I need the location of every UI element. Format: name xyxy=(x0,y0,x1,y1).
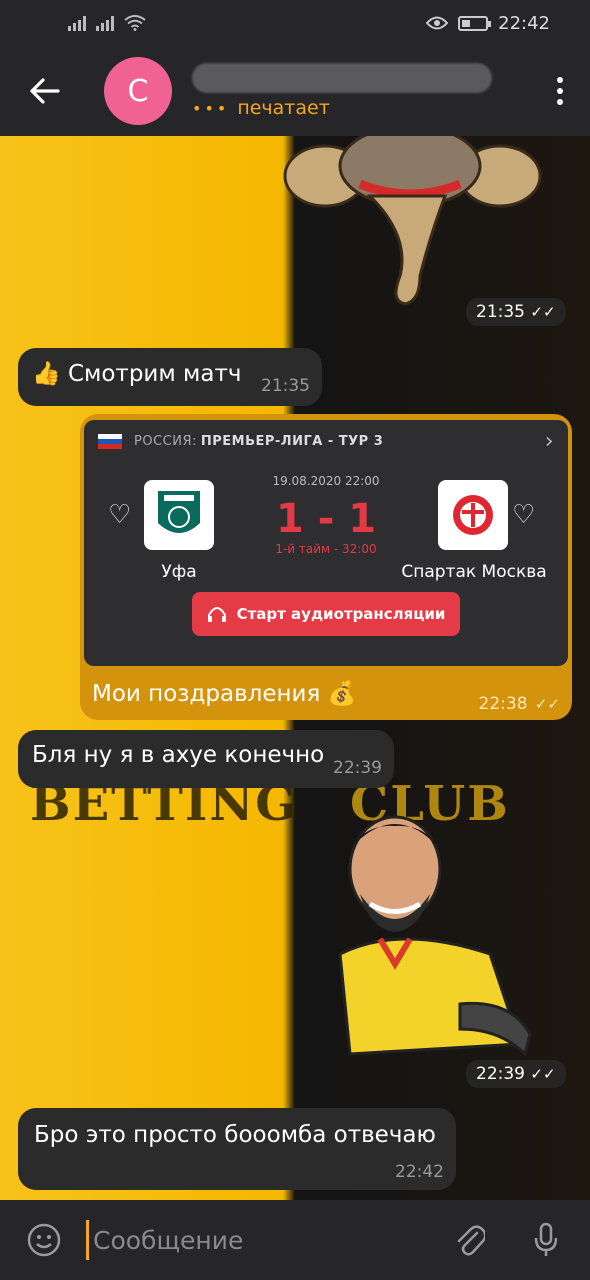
mic-icon xyxy=(534,1222,558,1256)
heart-icon: ♡ xyxy=(512,500,536,530)
photo-caption: Мои поздравления 💰 xyxy=(92,681,357,707)
avatar[interactable]: С xyxy=(104,57,172,125)
signal-icon-2 xyxy=(96,15,114,31)
emoji-button[interactable] xyxy=(24,1220,64,1260)
double-check-icon: ✓✓ xyxy=(530,303,556,321)
back-arrow-icon xyxy=(30,78,60,104)
audio-button-label: Старт аудиотрансляции xyxy=(236,605,446,623)
home-team-logo xyxy=(144,480,214,550)
message-time: 21:35 xyxy=(261,376,310,396)
message-time-row: 22:38 ✓✓ xyxy=(479,689,560,715)
sticker-man-laughing[interactable] xyxy=(310,804,550,1084)
sticker-bulldog[interactable] xyxy=(270,136,560,306)
message-text: 👍 Смотрим матч xyxy=(32,361,242,387)
message-time: 22:39 xyxy=(333,758,382,778)
eye-icon xyxy=(426,16,449,30)
match-screenshot[interactable]: РОССИЯ: ПРЕМЬЕР-ЛИГА - ТУР 3 › 19.08.202… xyxy=(84,420,568,666)
sticker-time: 22:39 ✓✓ xyxy=(466,1060,566,1088)
message-text: Бля ну я в ахуе конечно xyxy=(32,742,325,768)
status-time: 22:42 xyxy=(498,12,550,34)
emoji-icon xyxy=(27,1223,61,1257)
attach-icon xyxy=(457,1225,485,1256)
battery-icon xyxy=(458,15,492,31)
signal-indicators xyxy=(68,15,146,31)
message-time: 22:38 xyxy=(478,694,528,714)
message-input[interactable]: Сообщение xyxy=(86,1220,450,1260)
typing-label: печатает xyxy=(237,97,330,119)
start-audio-button[interactable]: Старт аудиотрансляции xyxy=(192,592,460,636)
incoming-message[interactable]: Бро это просто бооомба отвечаю 22:42 xyxy=(18,1108,456,1190)
heart-icon: ♡ xyxy=(108,500,132,530)
bulldog-sticker-image xyxy=(283,136,542,306)
chevron-right-icon: › xyxy=(544,428,554,454)
message-input-bar: Сообщение xyxy=(0,1200,590,1280)
double-check-icon: ✓✓ xyxy=(530,1065,556,1083)
home-team-name: Уфа xyxy=(161,562,197,582)
back-button[interactable] xyxy=(0,46,90,136)
sticker-time: 21:35 ✓✓ xyxy=(466,298,566,326)
status-bar: 22:42 xyxy=(0,0,590,46)
message-time: 22:42 xyxy=(395,1162,444,1182)
headphones-icon xyxy=(207,607,226,622)
message-time: 21:35 xyxy=(476,302,525,322)
russia-flag-icon xyxy=(98,433,122,449)
signal-icon xyxy=(68,15,86,31)
league-row: РОССИЯ: ПРЕМЬЕР-ЛИГА - ТУР 3 › xyxy=(84,420,568,462)
chat-header: С ••• печатает xyxy=(0,46,590,136)
away-team-logo xyxy=(438,480,508,550)
mic-button[interactable] xyxy=(526,1220,566,1260)
message-text: Бро это просто бооомба отвечаю xyxy=(34,1122,436,1148)
league-name: ПРЕМЬЕР-ЛИГА - ТУР 3 xyxy=(200,433,384,449)
contact-name-redacted xyxy=(192,63,492,93)
away-team-name: Спартак Москва xyxy=(401,562,547,582)
typing-dots-icon: ••• xyxy=(192,98,230,118)
message-time: 22:39 xyxy=(476,1064,525,1084)
incoming-message[interactable]: Бля ну я в ахуе конечно 22:39 xyxy=(18,730,394,788)
contact-info[interactable]: ••• печатает xyxy=(192,63,492,119)
more-menu-button[interactable] xyxy=(530,77,590,105)
man-sticker-image xyxy=(338,815,532,1057)
league-country: РОССИЯ: xyxy=(134,433,197,449)
attach-button[interactable] xyxy=(450,1220,490,1260)
double-check-icon: ✓✓ xyxy=(534,695,560,713)
wifi-icon xyxy=(124,15,146,31)
chat-area[interactable]: BETTING CLUB 21:35 ✓✓ 👍 Смотрим матч 21:… xyxy=(0,136,590,1200)
incoming-message[interactable]: 👍 Смотрим матч 21:35 xyxy=(18,348,322,406)
typing-status: ••• печатает xyxy=(192,97,492,119)
